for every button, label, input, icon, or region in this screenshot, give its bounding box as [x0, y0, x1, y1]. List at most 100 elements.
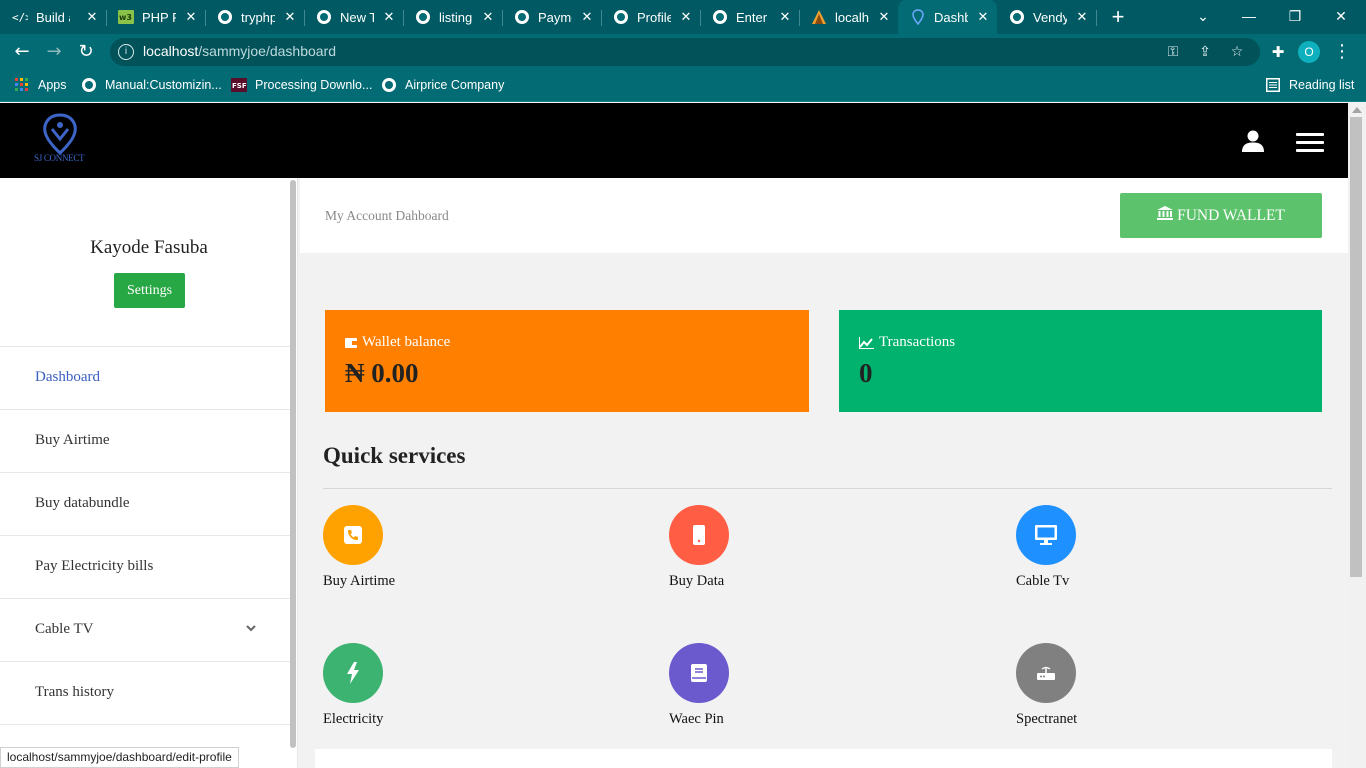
bookmark-label: Processing Downlo...	[255, 78, 373, 92]
sidebar-item-cable-tv[interactable]: Cable TV	[0, 598, 292, 661]
reading-list[interactable]: Reading list	[1265, 77, 1354, 93]
sidebar-item-pay-electricity[interactable]: Pay Electricity bills	[0, 535, 292, 598]
profile-avatar[interactable]: O	[1298, 41, 1320, 63]
browser-menu-icon[interactable]: ⋮	[1330, 40, 1354, 64]
scrollbar-thumb[interactable]	[1350, 117, 1362, 577]
code-icon: </>	[12, 9, 28, 25]
apps-grid-icon	[14, 77, 30, 93]
tab-title: Build a	[36, 9, 70, 25]
restore-button[interactable]: ❐	[1272, 0, 1318, 34]
service-spectranet[interactable]: Spectranet	[1016, 643, 1156, 728]
service-electricity[interactable]: Electricity	[323, 643, 463, 728]
bookmark-label: Apps	[38, 78, 67, 92]
chart-line-icon	[859, 336, 874, 349]
sidebar-scrollbar[interactable]	[290, 180, 296, 748]
key-icon[interactable]: ⚿	[1164, 43, 1182, 61]
reload-button[interactable]: ↻	[74, 40, 98, 64]
bookmark-label: Reading list	[1289, 78, 1355, 92]
wallet-icon	[345, 337, 357, 349]
breadcrumb-bar: My Account Dahboard FUND WALLET	[300, 178, 1348, 253]
share-icon[interactable]: ⇪	[1196, 43, 1214, 61]
browser-tab[interactable]: Payme ✕	[502, 0, 601, 34]
sidebar-item-trans-history[interactable]: Trans history	[0, 661, 292, 724]
close-tab-icon[interactable]: ✕	[579, 9, 595, 25]
wallet-balance-label: Wallet balance	[362, 334, 451, 350]
browser-tab[interactable]: w3 PHP Fo ✕	[106, 0, 205, 34]
tab-title: Payme	[538, 9, 572, 25]
service-waec-pin[interactable]: Waec Pin	[669, 643, 809, 728]
browser-tab[interactable]: </> Build a ✕	[0, 0, 106, 34]
address-url[interactable]: localhost/sammyjoe/dashboard	[143, 43, 336, 59]
fund-wallet-button[interactable]: FUND WALLET	[1120, 193, 1322, 238]
browser-tab[interactable]: localho ✕	[799, 0, 898, 34]
close-tab-icon[interactable]: ✕	[777, 9, 793, 25]
bookmark-label: Airprice Company	[405, 78, 505, 92]
forward-button[interactable]: →	[42, 40, 66, 64]
service-buy-data[interactable]: Buy Data	[669, 505, 809, 590]
close-tab-icon[interactable]: ✕	[975, 9, 991, 25]
hamburger-menu-icon[interactable]	[1296, 133, 1324, 152]
service-label: Cable Tv	[1016, 573, 1070, 589]
tab-title: New Ta	[340, 9, 374, 25]
svg-text:</>: </>	[12, 11, 28, 24]
monitor-icon	[1016, 505, 1076, 565]
close-tab-icon[interactable]: ✕	[84, 9, 100, 25]
status-bar-url: localhost/sammyjoe/dashboard/edit-profil…	[0, 747, 239, 768]
browser-tab[interactable]: Vendy ✕	[997, 0, 1096, 34]
tab-title: Dashb	[934, 9, 968, 25]
bookmark-item[interactable]: Airprice Company	[381, 77, 504, 93]
new-tab-button[interactable]: +	[1107, 6, 1129, 28]
tab-search-icon[interactable]: ⌄	[1180, 0, 1226, 34]
user-icon[interactable]	[1241, 129, 1265, 153]
browser-tab[interactable]: Enter D ✕	[700, 0, 799, 34]
settings-button[interactable]: Settings	[114, 273, 185, 308]
sidebar: Kayode Fasuba Settings Dashboard Buy Air…	[0, 178, 298, 768]
close-tab-icon[interactable]: ✕	[876, 9, 892, 25]
browser-tab[interactable]: Profile ✕	[601, 0, 700, 34]
server-icon	[811, 9, 827, 25]
address-bar[interactable]: i localhost/sammyjoe/dashboard ⚿ ⇪ ☆	[110, 38, 1260, 66]
close-tab-icon[interactable]: ✕	[480, 9, 496, 25]
close-tab-icon[interactable]: ✕	[1074, 9, 1090, 25]
service-label: Spectranet	[1016, 711, 1078, 727]
bookmark-item[interactable]: FSF Processing Downlo...	[231, 77, 372, 93]
phone-icon	[323, 505, 383, 565]
logo-text: SJ CONNECT	[34, 153, 85, 163]
scroll-up-arrow-icon[interactable]	[1352, 107, 1362, 113]
bookmark-star-icon[interactable]: ☆	[1228, 43, 1246, 61]
browser-tab[interactable]: New Ta ✕	[304, 0, 403, 34]
service-buy-airtime[interactable]: Buy Airtime	[323, 505, 463, 590]
bookmark-item[interactable]: Manual:Customizin...	[81, 77, 222, 93]
sidebar-item-buy-airtime[interactable]: Buy Airtime	[0, 409, 292, 472]
browser-tabstrip: </> Build a ✕ w3 PHP Fo ✕ tryphp ✕ New T…	[0, 0, 1366, 34]
close-tab-icon[interactable]: ✕	[678, 9, 694, 25]
site-info-icon[interactable]: i	[118, 44, 134, 60]
tab-title: PHP Fo	[142, 9, 176, 25]
browser-tab[interactable]: tryphp ✕	[205, 0, 304, 34]
tab-title: listing	[439, 9, 473, 25]
router-icon	[1016, 643, 1076, 703]
globe-icon	[613, 9, 629, 25]
minimize-button[interactable]: —	[1226, 0, 1272, 34]
close-tab-icon[interactable]: ✕	[183, 9, 199, 25]
service-cable-tv[interactable]: Cable Tv	[1016, 505, 1156, 590]
globe-icon	[1009, 9, 1025, 25]
sidebar-item-dashboard[interactable]: Dashboard	[0, 346, 292, 409]
close-window-button[interactable]: ✕	[1318, 0, 1364, 34]
sidebar-item-buy-databundle[interactable]: Buy databundle	[0, 472, 292, 535]
page-scrollbar[interactable]	[1348, 103, 1366, 768]
extensions-icon[interactable]: ✚	[1266, 40, 1290, 64]
bookmark-apps[interactable]: Apps	[14, 77, 67, 93]
globe-icon	[712, 9, 728, 25]
browser-tab-active[interactable]: Dashb ✕	[898, 0, 997, 34]
close-tab-icon[interactable]: ✕	[381, 9, 397, 25]
svg-text:w3: w3	[119, 13, 132, 22]
tab-title: Vendy	[1033, 9, 1067, 25]
close-tab-icon[interactable]: ✕	[282, 9, 298, 25]
book-icon	[669, 643, 729, 703]
browser-tab[interactable]: listing ✕	[403, 0, 502, 34]
back-button[interactable]: ←	[10, 40, 34, 64]
fsf-icon: FSF	[231, 77, 247, 93]
globe-icon	[514, 9, 530, 25]
github-icon	[316, 9, 332, 25]
